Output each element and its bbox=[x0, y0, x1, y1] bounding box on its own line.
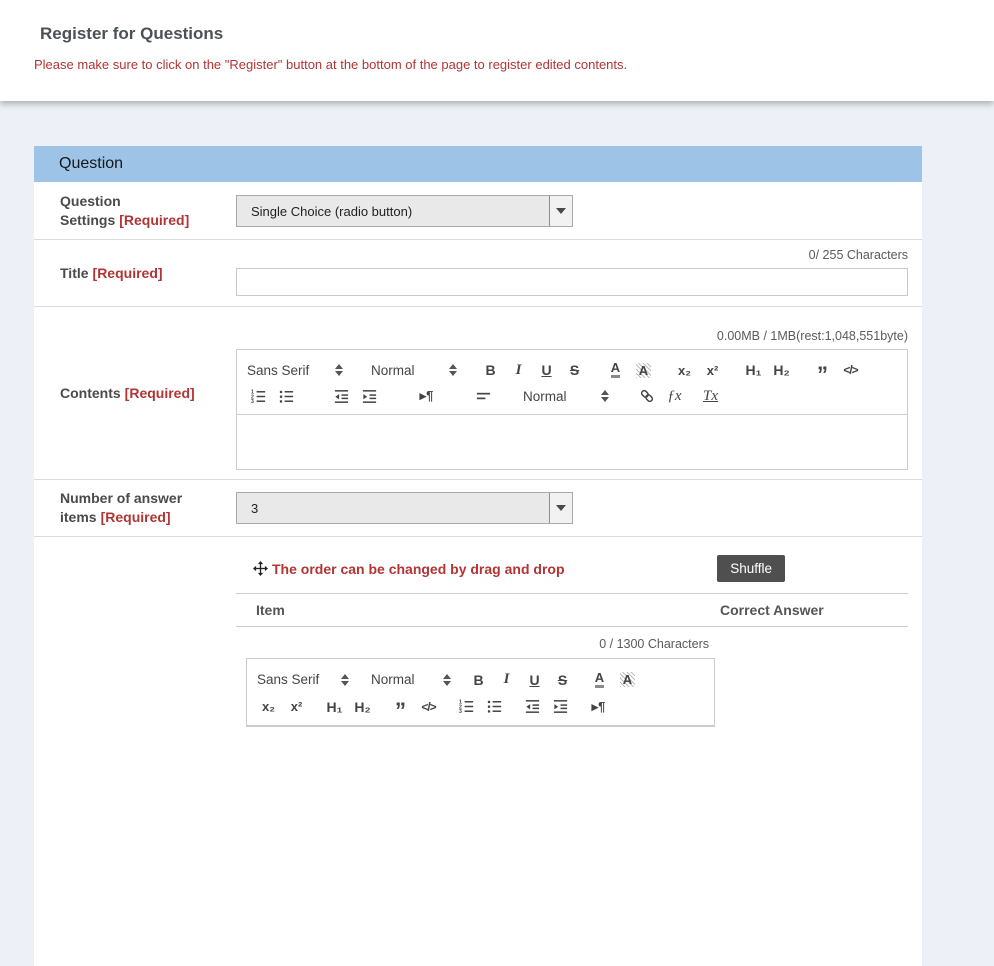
picker-arrows-icon bbox=[601, 390, 609, 402]
required-badge: [Required] bbox=[93, 265, 163, 281]
picker-arrows-icon bbox=[341, 674, 349, 686]
svg-text:3: 3 bbox=[251, 399, 254, 405]
bullet-list-icon[interactable] bbox=[275, 385, 298, 407]
items-table-header: Item Correct Answer bbox=[236, 593, 908, 627]
superscript-icon[interactable]: x² bbox=[701, 359, 724, 381]
row-title: Title[Required] 0/ 255 Characters bbox=[34, 240, 922, 307]
items-toolbar: The order can be changed by drag and dro… bbox=[236, 537, 908, 593]
required-badge: [Required] bbox=[101, 509, 171, 525]
font-picker[interactable]: Sans Serif bbox=[247, 363, 343, 378]
header-2-icon[interactable]: H₂ bbox=[770, 359, 793, 381]
page-notice: Please make sure to click on the "Regist… bbox=[0, 44, 994, 72]
size-picker[interactable]: Normal bbox=[523, 389, 609, 404]
header-1-icon[interactable]: H₁ bbox=[742, 359, 765, 381]
row-answer-items: The order can be changed by drag and dro… bbox=[34, 537, 922, 727]
text-direction-icon[interactable]: ▸¶ bbox=[415, 385, 438, 407]
svg-text:3: 3 bbox=[459, 709, 462, 715]
question-type-select[interactable]: Single Choice (radio button) bbox=[236, 195, 573, 227]
picker-arrows-icon bbox=[449, 364, 457, 376]
contents-editor-textarea[interactable] bbox=[237, 415, 907, 469]
contents-size-counter: 0.00MB / 1MB(rest:1,048,551byte) bbox=[236, 329, 908, 343]
formula-icon[interactable]: ƒx bbox=[663, 385, 686, 407]
heading-picker[interactable]: Normal bbox=[371, 672, 451, 687]
underline-icon[interactable]: U bbox=[523, 669, 546, 691]
shuffle-button[interactable]: Shuffle bbox=[717, 555, 785, 582]
label-text: Title bbox=[60, 265, 89, 281]
row-number-of-items: Number of answer items[Required] 3 bbox=[34, 480, 922, 537]
label-text: Contents bbox=[60, 385, 121, 401]
required-badge: [Required] bbox=[119, 212, 189, 228]
blockquote-icon[interactable]: ” bbox=[811, 355, 834, 386]
contents-control: 0.00MB / 1MB(rest:1,048,551byte) Sans Se… bbox=[236, 307, 922, 479]
item1-char-counter: 0 / 1300 Characters bbox=[236, 637, 715, 651]
required-badge: [Required] bbox=[125, 385, 195, 401]
contents-label: Contents[Required] bbox=[34, 384, 236, 403]
heading-picker-label: Normal bbox=[371, 363, 415, 378]
question-form-card: Question Question Settings[Required] Sin… bbox=[34, 146, 922, 966]
picker-arrows-icon bbox=[335, 364, 343, 376]
number-of-items-label: Number of answer items[Required] bbox=[34, 489, 236, 527]
text-color-icon[interactable]: A bbox=[588, 669, 611, 691]
page-title: Register for Questions bbox=[0, 0, 994, 44]
question-settings-control: Single Choice (radio button) bbox=[236, 182, 922, 239]
drag-drop-note: The order can be changed by drag and dro… bbox=[272, 561, 565, 577]
section-header-question: Question bbox=[34, 146, 922, 182]
bold-icon[interactable]: B bbox=[467, 669, 490, 691]
text-color-icon[interactable]: A bbox=[604, 359, 627, 381]
drag-move-icon bbox=[253, 561, 268, 576]
ordered-list-icon[interactable]: 123 bbox=[247, 385, 270, 407]
italic-icon[interactable]: I bbox=[507, 359, 530, 381]
strikethrough-icon[interactable]: S bbox=[563, 359, 586, 381]
font-picker-label: Sans Serif bbox=[247, 363, 309, 378]
number-of-items-control: 3 bbox=[236, 480, 922, 536]
chevron-down-icon[interactable] bbox=[549, 196, 572, 226]
background-color-icon[interactable]: A bbox=[616, 669, 639, 691]
contents-editor-toolbar: Sans Serif Normal B I U S bbox=[237, 350, 907, 415]
number-of-items-select[interactable]: 3 bbox=[236, 492, 573, 524]
strikethrough-icon[interactable]: S bbox=[551, 669, 574, 691]
font-picker-label: Sans Serif bbox=[257, 672, 319, 687]
bold-icon[interactable]: B bbox=[479, 359, 502, 381]
background-color-icon[interactable]: A bbox=[632, 359, 655, 381]
heading-picker[interactable]: Normal bbox=[371, 363, 457, 378]
page-header: Register for Questions Please make sure … bbox=[0, 0, 994, 101]
title-input[interactable] bbox=[236, 268, 908, 296]
title-label: Title[Required] bbox=[34, 264, 236, 283]
align-icon[interactable] bbox=[472, 385, 495, 407]
subscript-icon[interactable]: x₂ bbox=[673, 359, 696, 381]
picker-arrows-icon bbox=[443, 674, 451, 686]
column-header-item: Item bbox=[236, 602, 720, 618]
size-picker-label: Normal bbox=[523, 389, 567, 404]
italic-icon[interactable]: I bbox=[495, 669, 518, 691]
row-contents: Contents[Required] 0.00MB / 1MB(rest:1,0… bbox=[34, 307, 922, 480]
indent-icon[interactable] bbox=[358, 385, 381, 407]
title-char-counter: 0/ 255 Characters bbox=[236, 248, 908, 262]
underline-icon[interactable]: U bbox=[535, 359, 558, 381]
column-header-correct-answer: Correct Answer bbox=[720, 602, 908, 618]
chevron-down-icon[interactable] bbox=[549, 493, 572, 523]
answer-items-control: The order can be changed by drag and dro… bbox=[236, 537, 922, 727]
number-of-items-selected-value: 3 bbox=[237, 493, 549, 523]
heading-picker-label: Normal bbox=[371, 672, 415, 687]
contents-editor: Sans Serif Normal B I U S bbox=[236, 349, 908, 470]
font-picker[interactable]: Sans Serif bbox=[257, 672, 349, 687]
outdent-icon[interactable] bbox=[330, 385, 353, 407]
label-text: Question Settings bbox=[60, 193, 121, 228]
clean-format-icon[interactable]: Tx bbox=[699, 385, 722, 407]
row-question-settings: Question Settings[Required] Single Choic… bbox=[34, 182, 922, 240]
question-type-selected-value: Single Choice (radio button) bbox=[237, 196, 549, 226]
item1-editor-toolbar: Sans Serif Normal B I U S bbox=[247, 659, 714, 726]
question-settings-label: Question Settings[Required] bbox=[34, 192, 236, 230]
item1-editor: Sans Serif Normal B I U S bbox=[246, 658, 715, 727]
title-control: 0/ 255 Characters bbox=[236, 240, 922, 306]
code-block-icon[interactable]: </> bbox=[839, 359, 862, 381]
link-icon[interactable] bbox=[635, 385, 658, 407]
